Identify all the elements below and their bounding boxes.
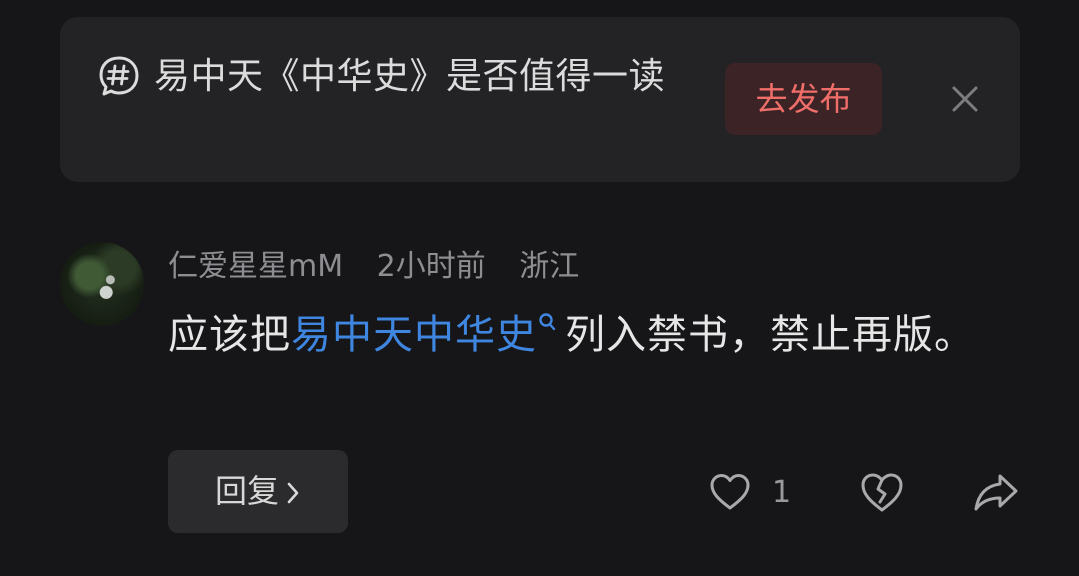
comment-text-before: 应该把 bbox=[168, 312, 291, 358]
share-icon[interactable] bbox=[972, 468, 1020, 516]
chevron-right-icon bbox=[287, 482, 299, 504]
search-link-label: 易中天中华史 bbox=[291, 312, 537, 358]
search-icon bbox=[539, 313, 556, 331]
reply-button[interactable]: 回复 bbox=[168, 450, 348, 533]
avatar[interactable] bbox=[60, 242, 144, 326]
broken-heart-icon[interactable] bbox=[859, 468, 905, 516]
publish-button[interactable]: 去发布 bbox=[725, 63, 882, 135]
reply-label: 回复 bbox=[214, 472, 279, 510]
comment-meta: 仁爱星星mM 2小时前 浙江 bbox=[168, 244, 603, 290]
close-icon[interactable] bbox=[948, 82, 982, 116]
comment-location: 浙江 bbox=[519, 249, 580, 284]
like-count: 1 bbox=[772, 474, 792, 510]
comment-text: 应该把易中天中华史 列入禁书，禁止再版。 bbox=[168, 300, 988, 370]
comment-time: 2小时前 bbox=[376, 249, 486, 284]
comment-text-after: 列入禁书，禁止再版。 bbox=[565, 312, 975, 358]
heart-icon bbox=[710, 474, 750, 510]
author-name[interactable]: 仁爱星星mM bbox=[168, 249, 343, 284]
topic-title[interactable]: 易中天《中华史》是否值得一读 bbox=[98, 50, 688, 104]
search-link[interactable]: 易中天中华史 bbox=[291, 312, 565, 358]
comment-page: 易中天《中华史》是否值得一读 去发布 仁爱星星mM 2小时前 浙江 应该把易中天… bbox=[0, 0, 1079, 576]
like-button[interactable]: 1 bbox=[708, 468, 791, 516]
